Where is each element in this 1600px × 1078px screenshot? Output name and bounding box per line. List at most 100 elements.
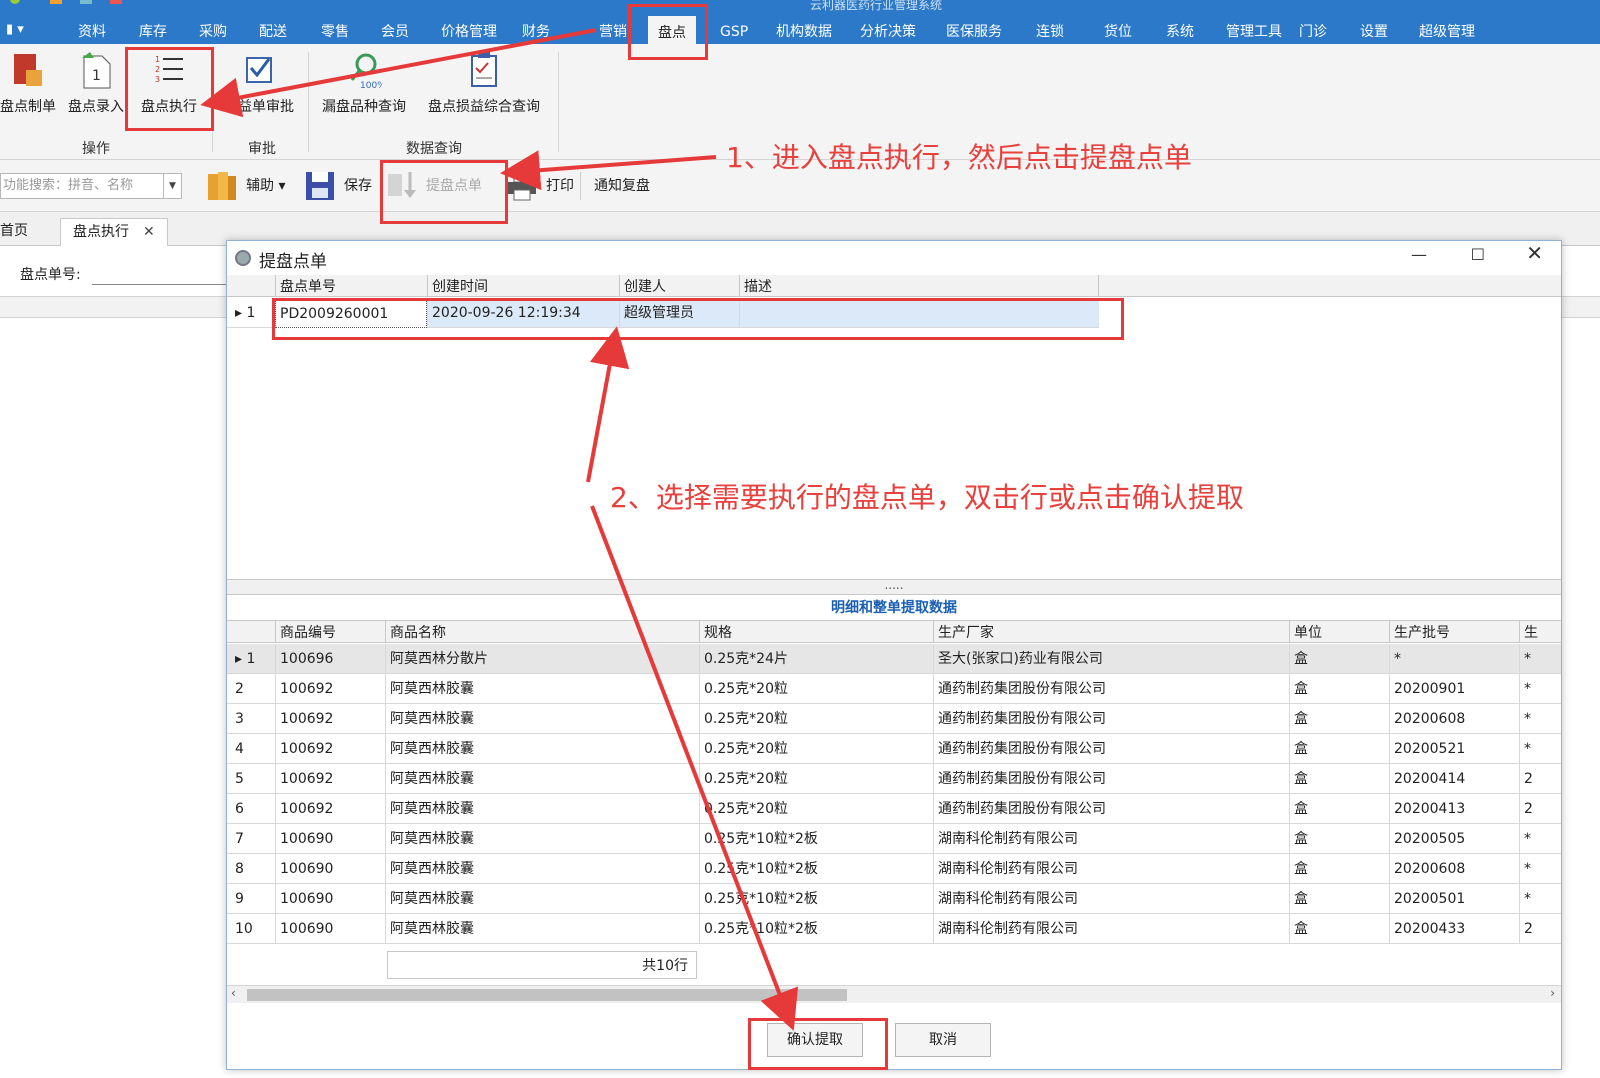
column-header[interactable]: 生产批号: [1389, 621, 1519, 643]
cell-batch[interactable]: 20200901: [1389, 674, 1519, 704]
cancel-button[interactable]: 取消: [895, 1023, 991, 1057]
column-header[interactable]: 商品编号: [275, 621, 385, 643]
table-row[interactable]: ▸ 1 100696 阿莫西林分散片 0.25克*24片 圣大(张家口)药业有限公司盒 *…: [227, 644, 1561, 674]
cell-unit[interactable]: 盒: [1289, 794, 1389, 824]
cell-unit[interactable]: 盒: [1289, 914, 1389, 944]
cell-code[interactable]: 100696: [275, 644, 385, 674]
cell-name[interactable]: 阿莫西林胶囊: [385, 794, 699, 824]
menu-tab[interactable]: 会员: [381, 20, 409, 44]
cell-maker[interactable]: 湖南科伦制药有限公司: [933, 884, 1289, 914]
cell-spec[interactable]: 0.25克*20粒: [699, 674, 933, 704]
menu-tab[interactable]: 机构数据: [776, 20, 832, 44]
cell-unit[interactable]: 盒: [1289, 764, 1389, 794]
table-row[interactable]: 4 100692 阿莫西林胶囊 0.25克*20粒 通药制药集团股份有限公司盒 20200…: [227, 734, 1561, 764]
ribbon-profit-loss-query-button[interactable]: 盘点损益综合查询: [424, 50, 544, 116]
menu-tab[interactable]: 价格管理: [441, 20, 497, 44]
cell-code[interactable]: 100690: [275, 854, 385, 884]
cell-unit[interactable]: 盒: [1289, 674, 1389, 704]
cell-spec[interactable]: 0.25克*20粒: [699, 764, 933, 794]
assist-dropdown-button[interactable]: 辅助 ▾: [206, 168, 296, 204]
count-sheet-no-field[interactable]: [92, 284, 232, 285]
horizontal-scrollbar[interactable]: ‹ ›: [227, 985, 1561, 1003]
cell-code[interactable]: 100692: [275, 704, 385, 734]
toolbar-icon[interactable]: [50, 0, 62, 4]
menu-tab[interactable]: 门诊: [1299, 20, 1327, 44]
ribbon-approve-button[interactable]: 损益单审批: [222, 50, 296, 116]
panel-splitter[interactable]: .....: [227, 579, 1561, 595]
print-button[interactable]: 打印: [506, 168, 574, 204]
cell-code[interactable]: 100692: [275, 794, 385, 824]
cell-tail[interactable]: *: [1519, 824, 1561, 854]
cell-spec[interactable]: 0.25克*20粒: [699, 704, 933, 734]
menu-tab[interactable]: 管理工具: [1226, 20, 1282, 44]
maximize-icon[interactable]: ☐: [1471, 245, 1485, 264]
menu-tab[interactable]: 零售: [321, 20, 349, 44]
cell-spec[interactable]: 0.25克*20粒: [699, 734, 933, 764]
cell-maker[interactable]: 湖南科伦制药有限公司: [933, 914, 1289, 944]
cell-spec[interactable]: 0.25克*20粒: [699, 794, 933, 824]
cell-tail[interactable]: 2: [1519, 794, 1561, 824]
table-row[interactable]: 10 100690 阿莫西林胶囊 0.25克*10粒*2板 湖南科伦制药有限公司盒 202…: [227, 914, 1561, 944]
table-row[interactable]: 5 100692 阿莫西林胶囊 0.25克*20粒 通药制药集团股份有限公司盒 20200…: [227, 764, 1561, 794]
cell-spec[interactable]: 0.25克*10粒*2板: [699, 824, 933, 854]
menu-tab[interactable]: 设置: [1360, 20, 1388, 44]
cell-name[interactable]: 阿莫西林胶囊: [385, 734, 699, 764]
cell-code[interactable]: 100690: [275, 824, 385, 854]
menu-tab[interactable]: 系统: [1166, 20, 1194, 44]
tab-home[interactable]: 首页: [0, 218, 28, 246]
cell-batch[interactable]: 20200608: [1389, 854, 1519, 884]
scroll-left-icon[interactable]: ‹: [231, 986, 236, 1000]
menu-tab[interactable]: 超级管理: [1419, 20, 1475, 44]
cell-name[interactable]: 阿莫西林胶囊: [385, 914, 699, 944]
cell-maker[interactable]: 圣大(张家口)药业有限公司: [933, 644, 1289, 674]
cell-batch[interactable]: 20200505: [1389, 824, 1519, 854]
menu-tab[interactable]: GSP: [720, 20, 748, 44]
cell-name[interactable]: 阿莫西林胶囊: [385, 674, 699, 704]
cell-name[interactable]: 阿莫西林胶囊: [385, 824, 699, 854]
app-menu-button[interactable]: ▮ ▾: [6, 22, 24, 37]
close-icon[interactable]: ✕: [143, 224, 155, 240]
cell-batch[interactable]: 20200608: [1389, 704, 1519, 734]
function-search-input[interactable]: 功能搜索：拼音、名称 ▼: [0, 173, 182, 199]
notify-recount-button[interactable]: 通知复盘: [594, 168, 664, 204]
column-header[interactable]: 规格: [699, 621, 933, 643]
cell-code[interactable]: 100690: [275, 914, 385, 944]
cell-unit[interactable]: 盒: [1289, 854, 1389, 884]
cell-unit[interactable]: 盒: [1289, 704, 1389, 734]
cell-unit[interactable]: 盒: [1289, 884, 1389, 914]
table-row[interactable]: 3 100692 阿莫西林胶囊 0.25克*20粒 通药制药集团股份有限公司盒 20200…: [227, 704, 1561, 734]
menu-tab[interactable]: 采购: [199, 20, 227, 44]
menu-tab[interactable]: 货位: [1104, 20, 1132, 44]
chevron-down-icon[interactable]: ▼: [163, 174, 181, 198]
cell-name[interactable]: 阿莫西林胶囊: [385, 884, 699, 914]
cell-tail[interactable]: *: [1519, 674, 1561, 704]
cell-maker[interactable]: 通药制药集团股份有限公司: [933, 674, 1289, 704]
cell-maker[interactable]: 通药制药集团股份有限公司: [933, 704, 1289, 734]
cell-code[interactable]: 100692: [275, 674, 385, 704]
column-header[interactable]: 单位: [1289, 621, 1389, 643]
ribbon-create-count-sheet-button[interactable]: 盘点制单: [0, 50, 56, 116]
cell-tail[interactable]: 2: [1519, 764, 1561, 794]
tag-icon[interactable]: [110, 0, 122, 4]
ribbon-missed-items-query-button[interactable]: 100% 漏盘品种查询: [320, 50, 408, 116]
column-header[interactable]: 创建时间: [427, 275, 619, 297]
cell-maker[interactable]: 湖南科伦制药有限公司: [933, 824, 1289, 854]
cell-maker[interactable]: 通药制药集团股份有限公司: [933, 734, 1289, 764]
cell-spec[interactable]: 0.25克*10粒*2板: [699, 914, 933, 944]
menu-tab[interactable]: 资料: [78, 20, 106, 44]
chart-icon[interactable]: [80, 0, 92, 4]
menu-tab[interactable]: 配送: [259, 20, 287, 44]
close-icon[interactable]: ✕: [1526, 241, 1543, 265]
cell-maker[interactable]: 通药制药集团股份有限公司: [933, 794, 1289, 824]
cell-spec[interactable]: 0.25克*24片: [699, 644, 933, 674]
cell-spec[interactable]: 0.25克*10粒*2板: [699, 884, 933, 914]
cell-name[interactable]: 阿莫西林胶囊: [385, 854, 699, 884]
menu-tab[interactable]: 营销: [599, 20, 627, 44]
cell-unit[interactable]: 盒: [1289, 644, 1389, 674]
column-header[interactable]: 生: [1519, 621, 1561, 643]
menu-tab[interactable]: 库存: [139, 20, 167, 44]
column-header[interactable]: 描述: [739, 275, 1099, 297]
table-row[interactable]: 9 100690 阿莫西林胶囊 0.25克*10粒*2板 湖南科伦制药有限公司盒 2020…: [227, 884, 1561, 914]
cell-tail[interactable]: *: [1519, 704, 1561, 734]
cell-name[interactable]: 阿莫西林胶囊: [385, 704, 699, 734]
